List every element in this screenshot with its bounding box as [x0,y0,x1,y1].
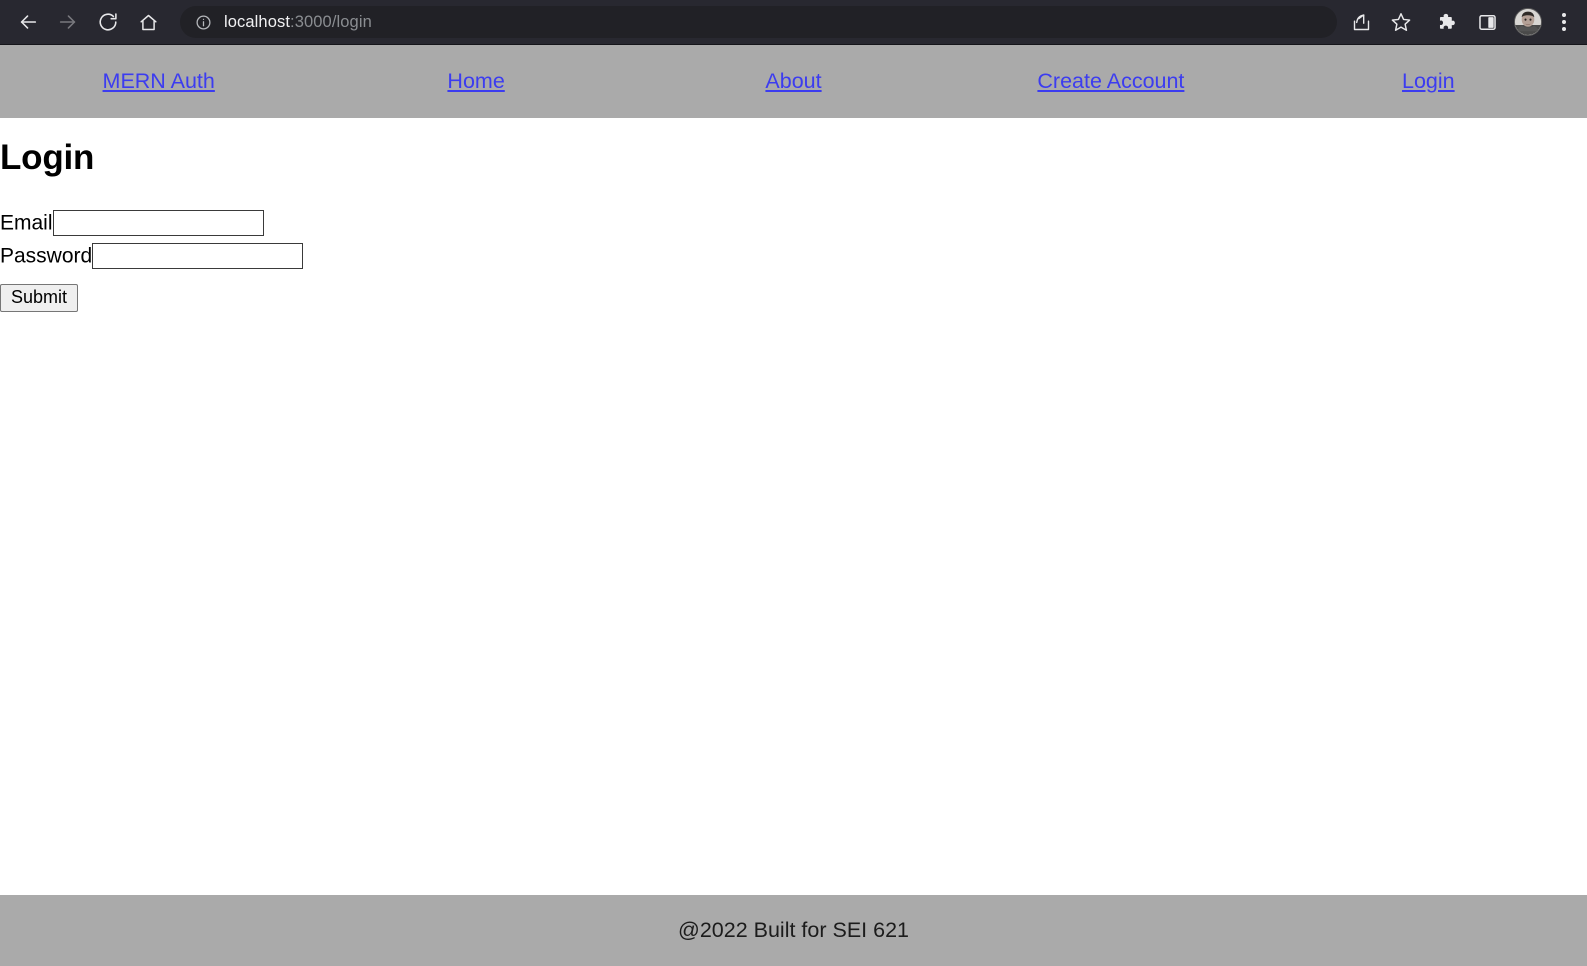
submit-button[interactable]: Submit [0,283,79,313]
email-label: Email [0,211,53,234]
page-viewport: MERN Auth Home About Create Account Logi… [0,45,1587,966]
share-icon [1351,12,1372,33]
site-info-icon[interactable] [194,13,212,31]
reload-icon [97,11,119,33]
site-navigation: MERN Auth Home About Create Account Logi… [0,45,1587,118]
reload-button[interactable] [88,5,128,39]
home-icon [138,12,159,33]
nav-link-home[interactable]: Home [447,70,504,93]
omnibox-actions [1341,5,1421,39]
main-content: Login Email Password Submit [0,138,1587,843]
star-icon [1390,11,1412,33]
navigation-buttons [8,5,168,39]
url-host: localhost [224,12,291,31]
menu-dot [1562,27,1566,31]
password-input[interactable] [92,242,304,269]
back-button[interactable] [8,5,48,39]
nav-slot-login: Login [1270,70,1587,93]
nav-link-about[interactable]: About [765,70,821,93]
nav-link-create-account[interactable]: Create Account [1037,70,1184,93]
address-bar[interactable]: localhost:3000/login [180,6,1337,38]
forward-arrow-icon [57,11,79,33]
bookmark-button[interactable] [1381,5,1421,39]
browser-actions [1421,5,1579,39]
address-bar-text: localhost:3000/login [224,13,372,32]
nav-link-login[interactable]: Login [1402,70,1455,93]
avatar-photo-icon [1515,9,1541,35]
side-panel-button[interactable] [1467,5,1507,39]
footer-text: @2022 Built for SEI 621 [678,917,909,942]
menu-dot [1562,20,1566,24]
browser-toolbar: localhost:3000/login [0,0,1587,45]
back-arrow-icon [17,11,39,33]
avatar[interactable] [1514,8,1542,36]
nav-link-mern-auth[interactable]: MERN Auth [103,70,215,93]
nav-slot-brand: MERN Auth [0,70,317,93]
extensions-button[interactable] [1427,5,1467,39]
puzzle-icon [1437,12,1458,33]
login-form: Email Password Submit [0,209,1587,313]
password-field-row: Password [0,242,1587,269]
share-button[interactable] [1341,5,1381,39]
nav-slot-home: Home [317,70,634,93]
nav-slot-create-account: Create Account [952,70,1269,93]
forward-button[interactable] [48,5,88,39]
nav-slot-about: About [635,70,952,93]
email-input[interactable] [52,209,264,236]
home-button[interactable] [128,5,168,39]
side-panel-icon [1478,13,1497,32]
email-field-row: Email [0,209,1587,236]
site-footer: @2022 Built for SEI 621 [0,895,1587,966]
password-label: Password [0,244,93,267]
url-path: :3000/login [290,12,372,31]
chrome-menu-button[interactable] [1549,5,1579,39]
submit-row: Submit [0,276,1587,313]
page-title: Login [0,138,95,177]
menu-dot [1562,13,1566,17]
